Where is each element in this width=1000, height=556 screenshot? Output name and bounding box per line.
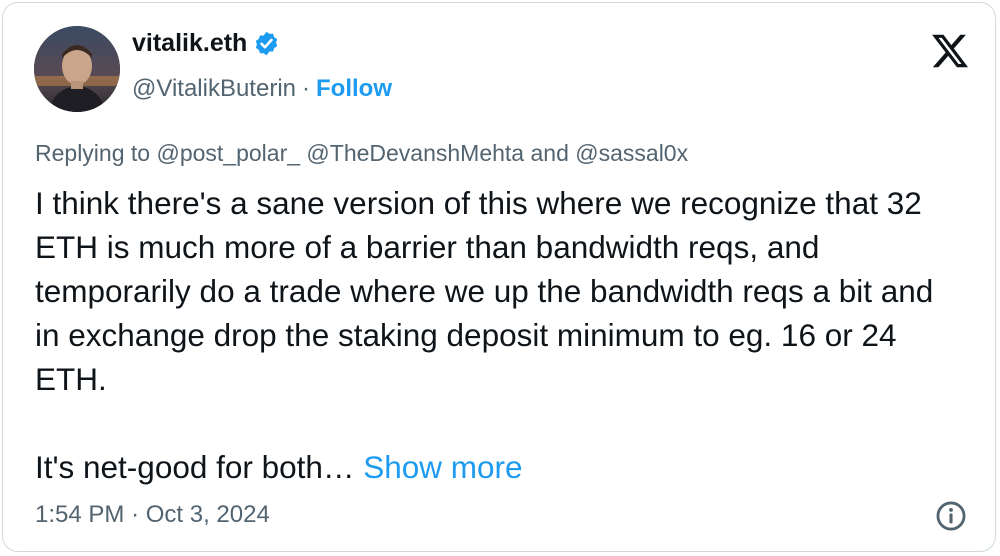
replying-to-line: Replying to @post_polar_ @TheDevanshMeht… [35,140,688,167]
verified-badge-icon [253,30,280,57]
show-more-link[interactable]: Show more [363,449,522,485]
avatar[interactable] [34,26,120,112]
author-name[interactable]: vitalik.eth [132,29,247,58]
tweet-text: I think there's a sane version of this w… [35,181,965,489]
author-handle[interactable]: @VitalikButerin [132,75,296,103]
mention-link[interactable]: @TheDevanshMehta [306,140,524,166]
timestamp[interactable]: 1:54 PM · Oct 3, 2024 [35,501,270,529]
follow-button[interactable]: Follow [316,75,392,103]
replying-prefix: Replying to [35,140,151,166]
tweet-card: vitalik.eth @VitalikButerin · Follow Rep… [2,2,996,552]
mention-link[interactable]: @sassal0x [575,140,688,166]
x-logo-icon[interactable] [930,31,970,71]
replying-joiner: and [530,140,569,166]
mention-link[interactable]: @post_polar_ [156,140,300,166]
tweet-time: 1:54 PM [35,501,125,528]
tweet-paragraph-truncated: It's net-good for both… Show more [35,445,965,489]
tweet-date: Oct 3, 2024 [145,501,270,528]
tweet-truncated-text: It's net-good for both… [35,449,355,485]
author-name-row: vitalik.eth [132,29,280,58]
separator-dot: · [302,75,310,102]
tweet-paragraph: I think there's a sane version of this w… [35,185,934,397]
info-icon[interactable] [934,499,968,533]
separator-dot: · [131,501,140,528]
handle-row: @VitalikButerin · Follow [132,75,392,103]
